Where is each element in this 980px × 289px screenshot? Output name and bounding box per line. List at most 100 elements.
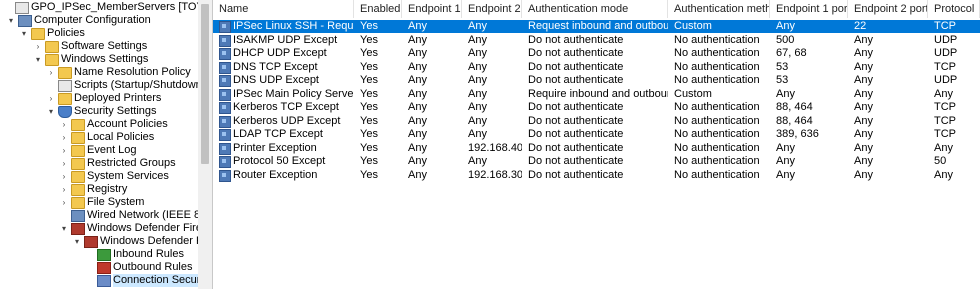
column-header[interactable]: Endpoint 1 port <box>770 0 848 18</box>
column-header[interactable]: Authentication mode <box>522 0 668 18</box>
table-cell: Any <box>408 33 427 46</box>
table-row[interactable]: IPSec Main Policy Servers Yes Any Any Requir… <box>213 88 980 101</box>
tree-node[interactable]: › Account Policies <box>0 118 198 131</box>
column-header[interactable]: Name <box>213 0 354 18</box>
table-cell: Kerberos TCP Except <box>233 101 339 113</box>
connection-rule-icon <box>219 156 231 168</box>
column-header[interactable]: Enabled <box>354 0 402 18</box>
table-row[interactable]: ISAKMP UDP Except Yes Any Any Do not authent… <box>213 34 980 47</box>
collapsed-chevron-icon[interactable]: › <box>59 196 69 209</box>
collapsed-chevron-icon[interactable]: › <box>46 92 56 105</box>
expanded-chevron-icon[interactable]: ▾ <box>72 235 82 248</box>
connection-rule-icon <box>219 129 231 141</box>
tree-node[interactable]: › File System <box>0 196 198 209</box>
collapsed-chevron-icon[interactable]: › <box>59 118 69 131</box>
table-row[interactable]: DNS TCP Except Yes Any Any Do not authentica… <box>213 61 980 74</box>
tree-node-label: System Services <box>87 170 169 182</box>
collapsed-chevron-icon[interactable]: › <box>46 66 56 79</box>
collapsed-chevron-icon[interactable]: › <box>59 183 69 196</box>
table-row[interactable]: Printer Exception Yes Any 192.168.40.23 Do n… <box>213 142 980 155</box>
tree-node[interactable]: Scripts (Startup/Shutdown) <box>0 79 205 92</box>
tree-node[interactable]: ▾ Windows Settings <box>0 53 198 66</box>
table-cell: Any <box>468 74 487 86</box>
tree-node-label: Windows Settings <box>61 53 149 65</box>
tree-node[interactable]: Wired Network (IEEE 802.3) Po <box>0 209 212 222</box>
tree-node[interactable]: › Event Log <box>0 144 198 157</box>
table-cell: Do not authenticate <box>528 101 624 113</box>
tree-node[interactable]: ▾ Policies <box>0 27 198 40</box>
tree-node[interactable]: › Name Resolution Policy <box>0 66 198 79</box>
tree-node-label: Scripts (Startup/Shutdown) <box>74 79 206 91</box>
tree-scrollbar-thumb[interactable] <box>201 4 209 164</box>
connection-rule-icon <box>219 48 231 60</box>
table-row[interactable]: DNS UDP Except Yes Any Any Do not authentica… <box>213 74 980 87</box>
tree-node[interactable]: Inbound Rules <box>0 248 198 261</box>
tree-node[interactable]: › Restricted Groups <box>0 157 198 170</box>
table-cell: Do not authenticate <box>528 155 624 167</box>
tree-node-label: Inbound Rules <box>113 248 184 260</box>
table-row[interactable]: IPSec Linux SSH - Request Yes Any Any Reques… <box>213 20 980 33</box>
table-cell: Yes <box>360 114 378 127</box>
tree-node[interactable]: ▾ Windows Defender Firewa <box>0 235 212 248</box>
folder-icon <box>71 119 85 131</box>
tree-node[interactable]: › System Services <box>0 170 198 183</box>
column-header[interactable]: Endpoint 1 <box>402 0 462 18</box>
column-header[interactable]: Endpoint 2 <box>462 0 522 18</box>
column-header[interactable]: Authentication method <box>668 0 770 18</box>
doc-icon <box>58 80 72 92</box>
collapsed-chevron-icon <box>59 209 69 222</box>
table-cell: Any <box>934 87 953 100</box>
connection-rule-icon <box>219 115 231 128</box>
table-row[interactable]: Router Exception Yes Any 192.168.30.1 Do not… <box>213 169 980 182</box>
tree-node[interactable]: Connection Security Ru <box>0 274 212 287</box>
tree-node[interactable]: › Local Policies <box>0 131 198 144</box>
table-cell: Yes <box>360 33 378 46</box>
table-cell: Any <box>408 74 427 86</box>
firewall-icon <box>84 236 98 248</box>
collapsed-chevron-icon <box>3 1 13 14</box>
table-cell: 22 <box>854 20 867 32</box>
table-cell: 67, 68 <box>776 47 807 59</box>
tree-node[interactable]: › Deployed Printers <box>0 92 198 105</box>
table-cell: IPSec Linux SSH - Request <box>233 20 354 32</box>
connection-security-rules-list: Name Enabled Endpoint 1 Endpoint 2 Authentic… <box>213 0 980 289</box>
connection-rule-icon <box>219 34 231 47</box>
tree-node[interactable]: ▾ Windows Defender Firewall wi <box>0 222 212 235</box>
tree-node[interactable]: ▾ Security Settings <box>0 105 198 118</box>
table-row[interactable]: Kerberos UDP Except Yes Any Any Do not authe… <box>213 115 980 128</box>
folder-icon <box>45 54 59 66</box>
table-cell: Any <box>854 101 873 113</box>
collapsed-chevron-icon[interactable]: › <box>59 144 69 157</box>
table-cell: TCP <box>934 128 956 140</box>
tree-node[interactable]: Outbound Rules <box>0 261 198 274</box>
table-row[interactable]: DHCP UDP Except Yes Any Any Do not authentic… <box>213 47 980 60</box>
table-row[interactable]: Kerberos TCP Except Yes Any Any Do not authe… <box>213 101 980 114</box>
tree-node[interactable]: GPO_IPSec_MemberServers [TOYODC19-1.TOYO… <box>0 1 212 14</box>
table-cell: 389, 636 <box>776 128 819 140</box>
folder-icon <box>71 171 85 183</box>
table-cell: Do not authenticate <box>528 128 624 140</box>
collapsed-chevron-icon[interactable]: › <box>33 40 43 53</box>
outbound-rules-icon <box>97 262 111 274</box>
table-cell: Yes <box>360 74 378 86</box>
collapsed-chevron-icon[interactable]: › <box>59 157 69 170</box>
column-header[interactable]: Protocol <box>928 0 980 18</box>
collapsed-chevron-icon <box>85 274 95 287</box>
expanded-chevron-icon[interactable]: ▾ <box>6 14 16 27</box>
column-header[interactable]: Endpoint 2 port <box>848 0 928 18</box>
tree-node[interactable]: ▾ Computer Configuration <box>0 14 198 27</box>
expanded-chevron-icon[interactable]: ▾ <box>33 53 43 66</box>
collapsed-chevron-icon[interactable]: › <box>59 131 69 144</box>
tree-node-label: Windows Defender Firewa <box>100 235 212 247</box>
expanded-chevron-icon[interactable]: ▾ <box>59 222 69 235</box>
table-cell: Any <box>408 20 427 32</box>
expanded-chevron-icon[interactable]: ▾ <box>46 105 56 118</box>
table-row[interactable]: Protocol 50 Except Yes Any Any Do not authen… <box>213 155 980 168</box>
expanded-chevron-icon[interactable]: ▾ <box>19 27 29 40</box>
table-cell: Any <box>408 168 427 181</box>
collapsed-chevron-icon[interactable]: › <box>59 170 69 183</box>
table-cell: 192.168.40.23 <box>468 141 522 154</box>
tree-node[interactable]: › Registry <box>0 183 198 196</box>
tree-node[interactable]: › Software Settings <box>0 40 198 53</box>
table-row[interactable]: LDAP TCP Except Yes Any Any Do not authentic… <box>213 128 980 141</box>
